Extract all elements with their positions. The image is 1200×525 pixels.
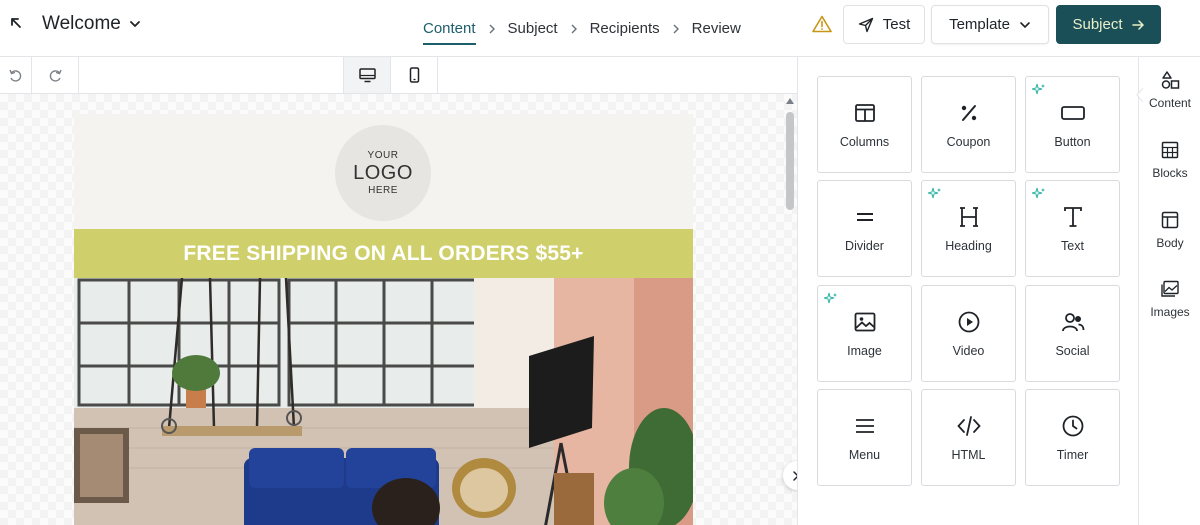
shapes-icon xyxy=(1161,71,1180,89)
block-timer[interactable]: Timer xyxy=(1025,389,1120,486)
redo-icon xyxy=(49,69,62,82)
next-button-label: Subject xyxy=(1072,16,1123,33)
editor-toolbar xyxy=(0,57,797,94)
nav-label: Images xyxy=(1150,305,1190,319)
block-label: Social xyxy=(1055,343,1090,358)
block-video[interactable]: Video xyxy=(921,285,1016,382)
menu-icon xyxy=(855,418,874,433)
chevron-down-icon xyxy=(129,21,140,27)
block-label: Text xyxy=(1061,238,1084,253)
block-label: Image xyxy=(847,343,882,358)
divider-icon xyxy=(856,212,873,221)
block-label: Columns xyxy=(839,134,890,149)
undo-button[interactable] xyxy=(0,57,31,93)
image-icon xyxy=(854,312,875,331)
block-label: Divider xyxy=(845,238,884,253)
ai-sparkle-icon xyxy=(1032,187,1045,199)
ai-sparkle-icon xyxy=(824,292,837,304)
arrow-right-icon xyxy=(1131,19,1144,30)
heading-icon xyxy=(959,206,978,227)
campaign-title: Welcome xyxy=(42,13,121,34)
email-canvas[interactable]: YOUR LOGO HERE FREE SHIPPING ON ALL ORDE… xyxy=(0,94,797,525)
play-icon xyxy=(958,311,979,332)
chevron-right-icon xyxy=(571,24,577,33)
blocks-icon xyxy=(1161,141,1179,159)
step-review[interactable]: Review xyxy=(692,0,741,57)
step-recipients[interactable]: Recipients xyxy=(590,0,660,57)
mobile-preview-button[interactable] xyxy=(391,57,437,93)
block-label: Heading xyxy=(945,238,992,253)
block-coupon[interactable]: Coupon xyxy=(921,76,1016,173)
block-label: Timer xyxy=(1056,447,1089,462)
back-arrow-icon[interactable] xyxy=(8,15,24,31)
layout-icon xyxy=(1161,211,1179,229)
mobile-icon xyxy=(409,67,419,83)
block-image[interactable]: Image xyxy=(817,285,912,382)
block-label: HTML xyxy=(951,447,986,462)
gallery-icon xyxy=(1161,280,1179,297)
email-preview[interactable]: YOUR LOGO HERE FREE SHIPPING ON ALL ORDE… xyxy=(74,114,693,525)
block-social[interactable]: Social xyxy=(1025,285,1120,382)
block-html[interactable]: HTML xyxy=(921,389,1016,486)
redo-button[interactable] xyxy=(32,57,78,93)
text-icon xyxy=(1063,206,1082,227)
scroll-up-arrow-icon[interactable] xyxy=(786,97,794,105)
nav-label: Content xyxy=(1148,96,1192,110)
campaign-title-dropdown[interactable]: Welcome xyxy=(42,13,141,35)
block-label: Menu xyxy=(848,447,881,462)
block-text[interactable]: Text xyxy=(1025,180,1120,277)
test-button[interactable]: Test xyxy=(843,5,925,44)
scrollbar-thumb[interactable] xyxy=(786,112,794,210)
code-icon xyxy=(956,415,981,436)
shipping-banner[interactable]: FREE SHIPPING ON ALL ORDERS $55+ xyxy=(74,229,693,278)
step-subject[interactable]: Subject xyxy=(508,0,558,57)
desktop-icon xyxy=(358,67,376,82)
social-icon xyxy=(1061,312,1084,331)
block-heading[interactable]: Heading xyxy=(921,180,1016,277)
logo-line-3: HERE xyxy=(368,185,398,196)
step-breadcrumb: Content Subject Recipients Review xyxy=(423,0,741,57)
nav-label: Blocks xyxy=(1152,166,1188,180)
chevron-right-icon xyxy=(673,24,679,33)
nav-content[interactable]: Content xyxy=(1139,70,1200,110)
block-menu[interactable]: Menu xyxy=(817,389,912,486)
logo-placeholder[interactable]: YOUR LOGO HERE xyxy=(335,125,431,221)
template-dropdown-button[interactable]: Template xyxy=(931,5,1049,44)
editor-side-nav: Content Blocks Body Images xyxy=(1136,57,1200,525)
ai-sparkle-icon xyxy=(1032,83,1045,95)
desktop-preview-button[interactable] xyxy=(344,57,390,93)
percent-icon xyxy=(961,104,976,121)
clock-icon xyxy=(1062,415,1083,436)
columns-icon xyxy=(854,103,875,122)
block-button[interactable]: Button xyxy=(1025,76,1120,173)
nav-blocks[interactable]: Blocks xyxy=(1139,140,1200,180)
chevron-down-icon xyxy=(1020,21,1030,28)
test-button-label: Test xyxy=(882,16,911,33)
top-bar: Welcome Content Subject Recipients Revie… xyxy=(0,0,1200,57)
step-content[interactable]: Content xyxy=(423,0,476,57)
chevron-right-icon xyxy=(489,24,495,33)
hero-image[interactable] xyxy=(74,278,693,525)
undo-icon xyxy=(9,69,22,82)
next-subject-button[interactable]: Subject xyxy=(1056,5,1161,44)
button-icon xyxy=(1060,105,1085,120)
logo-line-2: LOGO xyxy=(353,162,413,184)
block-divider[interactable]: Divider xyxy=(817,180,912,277)
logo-line-1: YOUR xyxy=(367,150,399,161)
nav-body[interactable]: Body xyxy=(1139,210,1200,250)
template-button-label: Template xyxy=(949,16,1010,33)
block-label: Coupon xyxy=(946,134,991,149)
ai-sparkle-icon xyxy=(928,187,941,199)
send-icon xyxy=(858,17,873,32)
block-label: Button xyxy=(1054,134,1091,149)
toolbar-divider xyxy=(78,57,79,93)
toolbar-divider xyxy=(437,57,438,93)
content-blocks-panel: Columns Coupon Button Divider Heading Te… xyxy=(797,57,1138,525)
block-columns[interactable]: Columns xyxy=(817,76,912,173)
warning-icon[interactable] xyxy=(812,15,832,33)
block-label: Video xyxy=(952,343,985,358)
nav-label: Body xyxy=(1156,236,1184,250)
nav-images[interactable]: Images xyxy=(1139,279,1200,319)
